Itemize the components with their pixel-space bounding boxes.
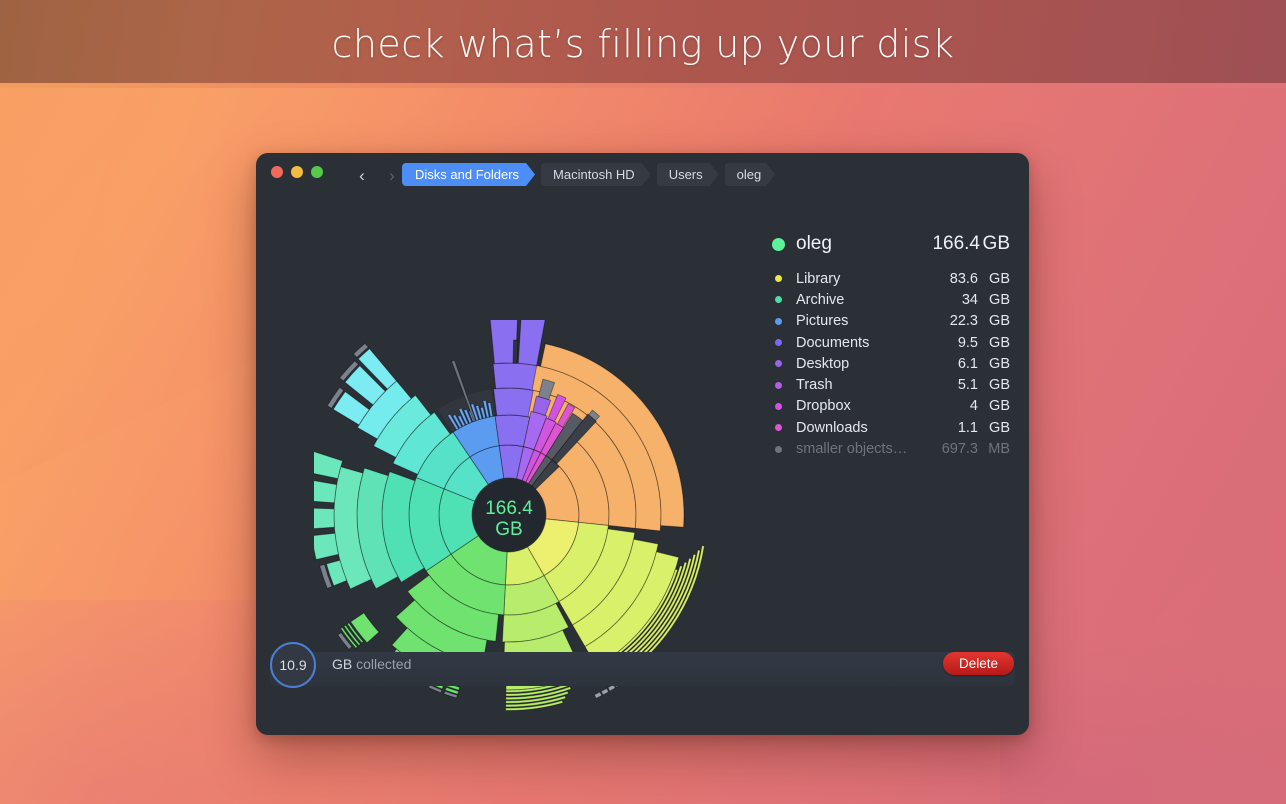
legend-dot (775, 339, 782, 347)
legend-item-value: 9.5 (957, 334, 978, 351)
legend-row[interactable]: Downloads 1.1 GB (772, 417, 1010, 438)
legend-item-value: 22.3 (949, 313, 978, 330)
collected-unit: GB (332, 656, 353, 672)
legend-item-name: smaller objects… (796, 441, 908, 458)
sunburst-segment[interactable] (493, 387, 534, 418)
legend-item-value: 5.1 (957, 377, 978, 394)
sunburst-segment[interactable] (492, 362, 538, 391)
breadcrumb-item-users[interactable]: Users (657, 163, 719, 186)
legend-list: Library 83.6 GB Archive 34 GB Pictures 22.3 GB Do… (772, 268, 1010, 460)
traffic-light-group (271, 166, 323, 178)
legend-root-name: oleg (796, 233, 832, 254)
legend-dot (775, 296, 782, 304)
sunburst-center-value: 166.4 (485, 498, 533, 519)
legend-item-unit: GB (989, 334, 1010, 351)
back-icon[interactable]: ‹ (351, 164, 373, 186)
app-window: ‹ › Disks and Folders Macintosh HD Users ol… (256, 153, 1029, 735)
promo-banner: check what’s filling up your disk (0, 0, 1286, 88)
legend-row[interactable]: Documents 9.5 GB (772, 332, 1010, 353)
navigation-buttons: ‹ › (351, 164, 403, 186)
legend-dot (775, 360, 782, 368)
legend-item-name: Trash (796, 377, 833, 394)
legend-row[interactable]: Archive 34 GB (772, 289, 1010, 310)
promo-caption: check what’s filling up your disk (331, 22, 955, 66)
legend-row[interactable]: Dropbox 4 GB (772, 396, 1010, 417)
breadcrumb: Disks and Folders Macintosh HD Users oleg (402, 163, 781, 186)
legend-item-unit: GB (989, 419, 1010, 436)
legend-row[interactable]: Pictures 22.3 GB (772, 311, 1010, 332)
collected-label: GB collected (332, 656, 411, 672)
legend-item-value: 83.6 (949, 270, 978, 287)
legend-item-name: Documents (796, 334, 870, 351)
sunburst-center-unit: GB (495, 519, 522, 540)
legend-row[interactable]: Library 83.6 GB (772, 268, 1010, 289)
legend-row[interactable]: Desktop 6.1 GB (772, 353, 1010, 374)
legend-dot (775, 402, 782, 410)
collected-value: 10.9 (279, 657, 307, 673)
bottom-bar: 10.9 GB collected Delete (256, 642, 1029, 691)
legend-item-name: Archive (796, 291, 845, 308)
legend-dot (775, 445, 782, 453)
legend-root-row[interactable]: oleg 166.4 GB (772, 233, 1010, 255)
legend-item-unit: MB (988, 441, 1010, 458)
legend-row[interactable]: smaller objects… 697.3 MB (772, 438, 1010, 459)
close-button[interactable] (271, 166, 283, 178)
window-content: 166.4 GB oleg 166.4 GB Library 83.6 GB Archi… (256, 195, 1029, 711)
legend-dot (775, 424, 782, 432)
legend-root-unit: GB (982, 233, 1010, 254)
legend-item-value: 1.1 (957, 419, 978, 436)
legend-root-dot (772, 237, 785, 251)
breadcrumb-item-disks-and-folders[interactable]: Disks and Folders (402, 163, 535, 186)
collected-gauge[interactable]: 10.9 (270, 642, 316, 688)
legend-item-unit: GB (989, 377, 1010, 394)
legend-dot (775, 317, 782, 325)
collected-text: collected (356, 656, 412, 672)
legend-item-value: 6.1 (957, 355, 978, 372)
legend-item-value: 34 (961, 291, 978, 308)
sunburst-segment[interactable] (593, 691, 603, 699)
breadcrumb-item-oleg[interactable]: oleg (725, 163, 776, 186)
legend-item-unit: GB (989, 291, 1010, 308)
zoom-button[interactable] (311, 166, 323, 178)
minimize-button[interactable] (291, 166, 303, 178)
forward-icon[interactable]: › (381, 164, 403, 186)
legend-item-name: Pictures (796, 313, 849, 330)
legend-item-unit: GB (989, 355, 1010, 372)
breadcrumb-item-macintosh-hd[interactable]: Macintosh HD (541, 163, 651, 186)
sunburst-segment[interactable] (314, 445, 344, 480)
delete-button[interactable]: Delete (942, 652, 1014, 675)
legend-item-name: Library (796, 270, 841, 287)
legend-row[interactable]: Trash 5.1 GB (772, 374, 1010, 395)
sunburst-segment[interactable] (512, 339, 519, 364)
legend-item-unit: GB (989, 398, 1010, 415)
legend-item-unit: GB (989, 313, 1010, 330)
legend-item-name: Dropbox (796, 398, 851, 415)
legend-item-name: Downloads (796, 419, 868, 436)
legend-item-value: 4 (969, 398, 978, 415)
wallpaper-wave-5 (1000, 640, 1286, 804)
window-titlebar: ‹ › Disks and Folders Macintosh HD Users ol… (256, 153, 1029, 195)
sunburst-segment[interactable] (314, 507, 335, 530)
legend-item-name: Desktop (796, 355, 850, 372)
sunburst-segment[interactable] (314, 477, 338, 504)
legend-item-unit: GB (989, 270, 1010, 287)
sunburst-segment[interactable] (314, 532, 340, 561)
legend-item-value: 697.3 (941, 441, 978, 458)
legend-dot (775, 381, 782, 389)
legend-panel: oleg 166.4 GB Library 83.6 GB Archive 34 GB Pi… (772, 233, 1010, 460)
legend-dot (775, 275, 782, 283)
legend-root-value: 166.4 (932, 233, 980, 254)
